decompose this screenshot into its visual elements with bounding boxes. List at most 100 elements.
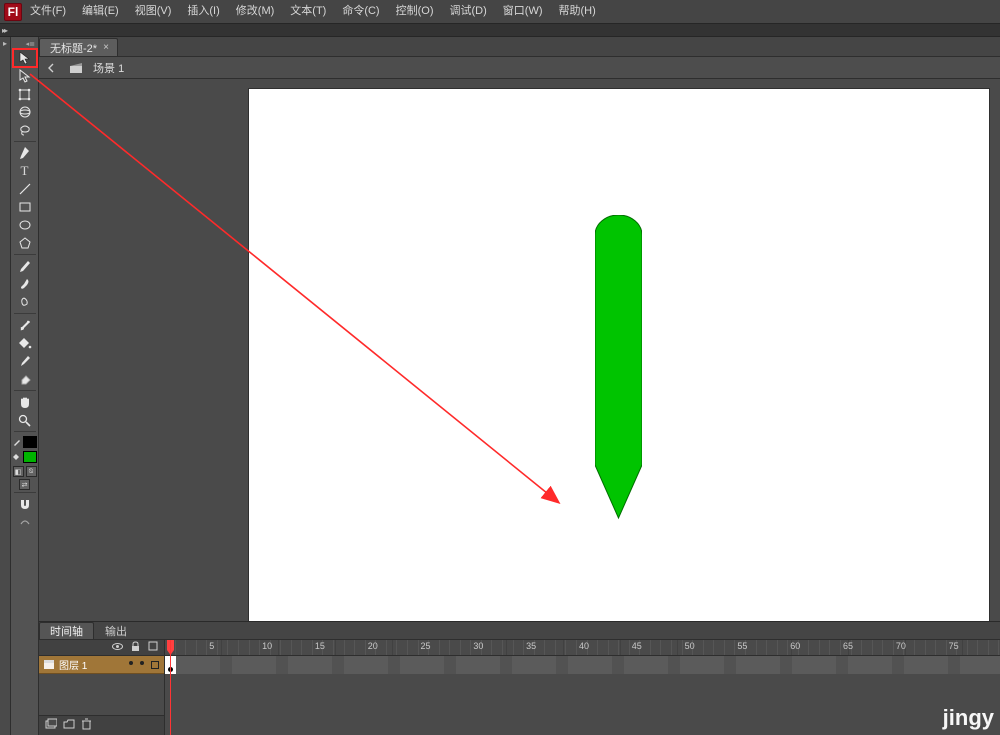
pen-tool[interactable] [13, 144, 37, 162]
menu-debug[interactable]: 调试(D) [442, 0, 495, 23]
new-folder-button[interactable] [63, 719, 75, 733]
layer-header: 图层 1 [39, 640, 165, 735]
layer-name: 图层 1 [59, 657, 87, 672]
color-swatches: ◧ ⍉ ⇄ [13, 436, 37, 490]
menu-control[interactable]: 控制(O) [388, 0, 442, 23]
new-layer-button[interactable] [45, 718, 57, 733]
menu-modify[interactable]: 修改(M) [228, 0, 283, 23]
selection-icon [19, 51, 31, 65]
paint-bucket-tool[interactable] [13, 334, 37, 352]
pencil-tool[interactable] [13, 257, 37, 275]
menu-help[interactable]: 帮助(H) [551, 0, 604, 23]
tool-separator [14, 390, 36, 391]
watermark: jingy [943, 705, 994, 731]
rectangle-tool[interactable] [13, 198, 37, 216]
swatch-swap[interactable]: ⇄ [19, 479, 30, 490]
free-transform-tool[interactable] [13, 85, 37, 103]
app-logo: Fl [4, 3, 22, 21]
oval-tool[interactable] [13, 216, 37, 234]
deco-icon [18, 296, 31, 309]
stroke-color-swatch[interactable] [23, 436, 37, 448]
menu-command[interactable]: 命令(C) [334, 0, 387, 23]
oval-icon [18, 218, 32, 232]
eraser-icon [18, 372, 32, 386]
bottom-panel-tabs: 时间轴 输出 [39, 622, 1000, 640]
layer-footer [39, 715, 164, 735]
rectangle-icon [18, 200, 32, 214]
timeline-panel: 时间轴 输出 [39, 621, 1000, 735]
layer-outline-box[interactable] [151, 661, 159, 669]
menu-text[interactable]: 文本(T) [282, 0, 334, 23]
frame-ruler[interactable] [165, 640, 1000, 656]
tool-separator [14, 492, 36, 493]
zoom-tool[interactable] [13, 411, 37, 429]
menu-edit[interactable]: 编辑(E) [74, 0, 127, 23]
3d-rotation-icon [18, 105, 32, 119]
bone-tool[interactable] [13, 316, 37, 334]
pen-icon [18, 146, 31, 160]
tool-separator [14, 313, 36, 314]
hand-icon [18, 395, 31, 409]
empty-frames[interactable] [176, 656, 1000, 674]
brush-tool[interactable] [13, 275, 37, 293]
hand-tool[interactable] [13, 393, 37, 411]
panel-collapse-strip[interactable]: ▸▸ [0, 23, 1000, 37]
playhead-line [170, 640, 171, 735]
tab-output[interactable]: 输出 [94, 622, 138, 639]
toggle-panels-icon[interactable]: ▸ [3, 39, 7, 48]
eye-icon[interactable] [112, 641, 123, 655]
layer-vis-dot[interactable] [129, 661, 133, 665]
scene-back-button[interactable] [45, 61, 59, 75]
lock-icon[interactable] [131, 641, 140, 655]
document-tab[interactable]: 无标题-2* × [39, 38, 118, 56]
3d-rotation-tool[interactable] [13, 103, 37, 121]
menu-file[interactable]: 文件(F) [22, 0, 74, 23]
polystar-tool[interactable] [13, 234, 37, 252]
tab-timeline[interactable]: 时间轴 [39, 622, 94, 639]
side-panel-tab-strip[interactable]: ▸ [0, 37, 11, 735]
line-tool[interactable] [13, 180, 37, 198]
frames-area[interactable] [165, 640, 1000, 735]
eraser-tool[interactable] [13, 370, 37, 388]
tools-panel-grip[interactable]: ◂ ≣ [11, 39, 38, 49]
layer-row[interactable]: 图层 1 [39, 656, 164, 674]
menu-view[interactable]: 视图(V) [127, 0, 180, 23]
menu-insert[interactable]: 插入(I) [179, 0, 227, 23]
paint-bucket-icon [18, 336, 32, 350]
text-tool[interactable]: T [13, 162, 37, 180]
menubar: 文件(F) 编辑(E) 视图(V) 插入(I) 修改(M) 文本(T) 命令(C… [22, 0, 604, 23]
swatch-none[interactable]: ⍉ [26, 466, 37, 477]
tool-separator [14, 431, 36, 432]
eyedropper-tool[interactable] [13, 352, 37, 370]
outline-icon[interactable] [148, 641, 158, 654]
layer-lock-dot[interactable] [140, 661, 144, 665]
stage[interactable] [249, 89, 989, 621]
bucket-fill-icon [13, 453, 21, 461]
scene-label: 场景 1 [93, 60, 124, 76]
bone-icon [18, 318, 32, 332]
delete-layer-button[interactable] [81, 718, 92, 733]
selection-tool[interactable] [13, 49, 37, 67]
clapboard-icon [69, 62, 83, 74]
deco-tool[interactable] [13, 293, 37, 311]
lasso-icon [18, 123, 32, 137]
free-transform-icon [18, 88, 31, 101]
option-slot[interactable] [13, 513, 37, 531]
tool-separator [14, 254, 36, 255]
frame-row[interactable] [165, 656, 1000, 674]
subselection-tool[interactable] [13, 67, 37, 85]
pencil-icon [18, 259, 31, 273]
menu-window[interactable]: 窗口(W) [495, 0, 551, 23]
fill-color-swatch[interactable] [23, 451, 37, 463]
stage-viewport[interactable] [39, 79, 1000, 621]
swatch-black-white[interactable]: ◧ [13, 466, 24, 477]
chevron-left-icon [47, 63, 57, 73]
close-tab-icon[interactable]: × [103, 42, 109, 53]
pencil-stroke-icon [13, 438, 21, 446]
snap-option[interactable] [13, 495, 37, 513]
eyedropper-icon [18, 354, 31, 368]
drawn-shape[interactable] [595, 215, 642, 515]
lasso-tool[interactable] [13, 121, 37, 139]
document-tab-bar: 无标题-2* × [39, 37, 1000, 57]
titlebar: Fl 文件(F) 编辑(E) 视图(V) 插入(I) 修改(M) 文本(T) 命… [0, 0, 1000, 23]
